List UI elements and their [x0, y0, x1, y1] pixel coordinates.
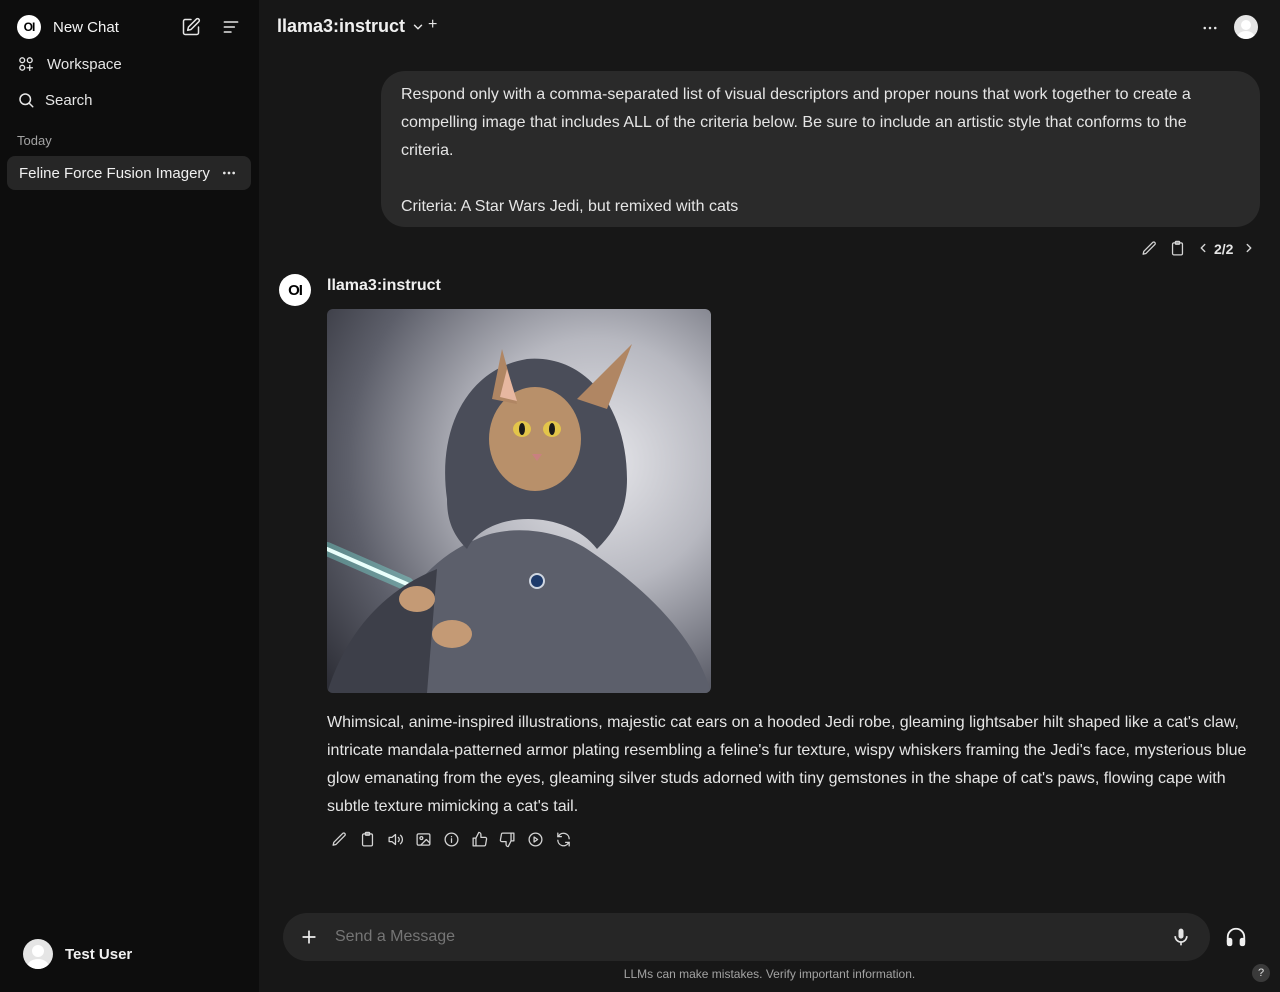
- avatar: [23, 939, 53, 969]
- chat-title: Feline Force Fusion Imagery: [19, 165, 210, 182]
- copy-icon[interactable]: [359, 831, 376, 848]
- info-icon[interactable]: [443, 831, 460, 848]
- assistant-avatar: OI: [279, 274, 311, 306]
- generated-image[interactable]: [327, 309, 711, 693]
- read-aloud-icon[interactable]: [387, 831, 404, 848]
- help-button[interactable]: ?: [1252, 964, 1270, 982]
- message-composer: [283, 913, 1210, 961]
- edit-icon[interactable]: [331, 831, 348, 848]
- sidebar-toggle-icon[interactable]: [221, 17, 241, 37]
- add-model-button[interactable]: +: [428, 16, 437, 34]
- disclaimer: LLMs can make mistakes. Verify important…: [623, 967, 916, 981]
- new-chat-label: New Chat: [53, 18, 119, 36]
- copy-icon[interactable]: [1169, 240, 1186, 257]
- continue-icon[interactable]: [527, 831, 544, 848]
- main-area: llama3:instruct + Respond only with a co…: [259, 0, 1280, 992]
- message-actions: [331, 831, 581, 849]
- plus-icon[interactable]: [299, 927, 319, 947]
- sidebar: OI New Chat Workspace Search Today Felin…: [0, 0, 259, 992]
- user-message-criteria: Criteria: A Star Wars Jedi, but remixed …: [401, 198, 739, 215]
- prev-response-icon[interactable]: [1196, 241, 1210, 255]
- app-logo: OI: [17, 15, 41, 39]
- image-icon[interactable]: [415, 831, 432, 848]
- more-options-icon[interactable]: [1201, 19, 1219, 37]
- sidebar-item-search[interactable]: Search: [17, 91, 93, 109]
- model-name: llama3:instruct: [277, 16, 406, 36]
- user-message-text: Respond only with a comma-separated list…: [401, 86, 1191, 159]
- chevron-down-icon: [411, 20, 425, 34]
- microphone-icon[interactable]: [1171, 927, 1191, 947]
- search-icon: [17, 91, 35, 109]
- model-selector[interactable]: llama3:instruct: [277, 16, 425, 37]
- assistant-message-text: Whimsical, anime-inspired illustrations,…: [327, 714, 1247, 815]
- message-input[interactable]: [335, 925, 1135, 949]
- workspace-icon: [17, 55, 35, 73]
- response-pager: 2/2: [1214, 241, 1234, 257]
- chat-list-item[interactable]: Feline Force Fusion Imagery: [7, 156, 251, 190]
- edit-icon[interactable]: [1141, 240, 1158, 257]
- sidebar-item-workspace[interactable]: Workspace: [17, 55, 122, 73]
- thumbs-up-icon[interactable]: [471, 831, 488, 848]
- headphones-icon[interactable]: [1225, 926, 1247, 948]
- thumbs-down-icon[interactable]: [499, 831, 516, 848]
- regenerate-icon[interactable]: [555, 831, 572, 848]
- compose-icon[interactable]: [181, 17, 201, 37]
- user-message-bubble: Respond only with a comma-separated list…: [381, 71, 1260, 227]
- chat-options-icon[interactable]: [221, 165, 237, 181]
- workspace-label: Workspace: [47, 55, 122, 73]
- next-response-icon[interactable]: [1242, 241, 1256, 255]
- jedi-cat-illustration: [327, 344, 711, 693]
- assistant-model-name: llama3:instruct: [327, 277, 441, 294]
- section-today: Today: [17, 133, 52, 148]
- user-name: Test User: [65, 945, 133, 963]
- search-label: Search: [45, 91, 93, 109]
- user-menu[interactable]: Test User: [23, 939, 132, 969]
- header-avatar[interactable]: [1234, 15, 1258, 39]
- new-chat-row[interactable]: OI New Chat: [17, 15, 119, 39]
